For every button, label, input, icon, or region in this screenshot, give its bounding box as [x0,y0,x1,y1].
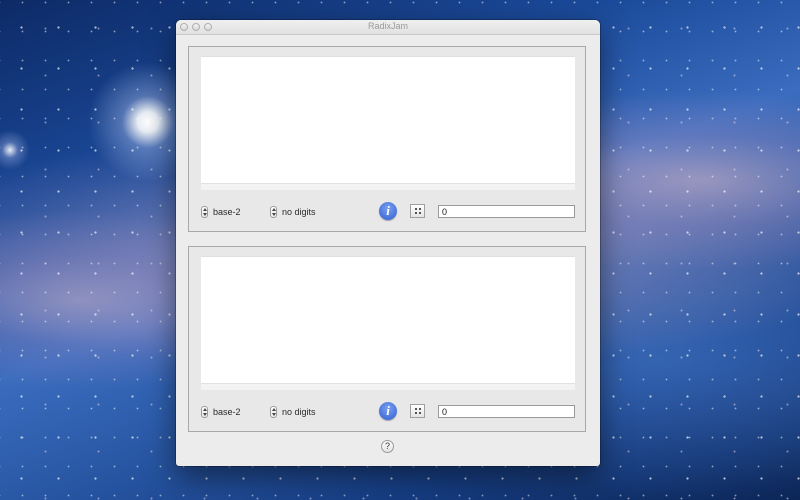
bottom-text-area[interactable] [201,256,575,384]
title-bar[interactable]: RadixJam [176,20,600,35]
bottom-horizontal-scrollbar[interactable] [201,383,575,390]
bottom-info-icon[interactable]: i [379,402,397,420]
bottom-grid-icon[interactable] [410,404,425,418]
app-window: RadixJam base-2 no digits i base-2 n [176,20,600,466]
top-base-stepper[interactable] [201,206,208,218]
bottom-converter-panel: base-2 no digits i [188,246,586,432]
top-digits-label: no digits [282,207,316,217]
bottom-base-label: base-2 [213,407,241,417]
top-grid-icon[interactable] [410,204,425,218]
top-text-area[interactable] [201,56,575,184]
top-digits-stepper[interactable] [270,206,277,218]
top-converter-panel: base-2 no digits i [188,46,586,232]
help-button[interactable]: ? [381,440,394,453]
bottom-value-input[interactable] [438,405,575,418]
top-info-icon[interactable]: i [379,202,397,220]
desktop-background: RadixJam base-2 no digits i base-2 n [0,0,800,500]
top-value-input[interactable] [438,205,575,218]
bottom-base-stepper[interactable] [201,406,208,418]
top-base-label: base-2 [213,207,241,217]
bottom-digits-label: no digits [282,407,316,417]
window-title: RadixJam [367,21,408,31]
bottom-digits-stepper[interactable] [270,406,277,418]
top-horizontal-scrollbar[interactable] [201,183,575,190]
